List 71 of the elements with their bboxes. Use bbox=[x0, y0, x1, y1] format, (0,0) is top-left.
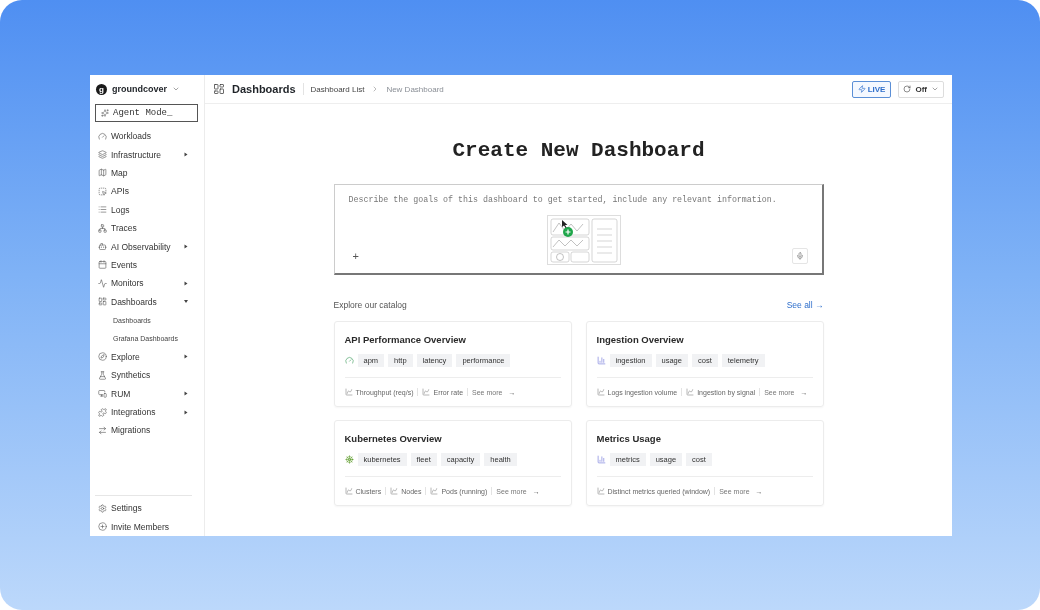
live-button[interactable]: LIVE bbox=[851, 80, 892, 98]
gauge-icon bbox=[344, 356, 354, 365]
refresh-icon bbox=[903, 85, 912, 93]
settings-icon bbox=[98, 503, 107, 513]
nav-item[interactable]: Migrations bbox=[95, 421, 198, 440]
devices-icon bbox=[98, 389, 107, 399]
chart-icon bbox=[422, 388, 431, 396]
bot-icon bbox=[98, 242, 107, 252]
list-icon bbox=[98, 205, 107, 215]
section-label: Explore our catalog bbox=[333, 300, 407, 310]
add-icon bbox=[98, 522, 107, 532]
nav-item[interactable]: Map bbox=[95, 163, 198, 183]
dashboard-icon bbox=[98, 297, 107, 307]
prompt-field[interactable]: Describe the goals of this dashboard to get started, include any relevant information. + bbox=[333, 184, 824, 275]
compass-icon bbox=[98, 352, 107, 362]
gauge-icon bbox=[98, 131, 107, 141]
nav-item[interactable]: RUM bbox=[95, 384, 198, 403]
network-icon bbox=[98, 223, 107, 233]
chart-icon bbox=[344, 388, 353, 396]
map-icon bbox=[98, 168, 107, 178]
wheel-icon bbox=[344, 455, 354, 464]
nav-item[interactable]: Logs bbox=[95, 200, 198, 219]
chevron-down-icon bbox=[931, 85, 939, 93]
nav-item[interactable]: Integrations bbox=[95, 402, 198, 422]
see-all-link[interactable]: See all → bbox=[786, 300, 824, 310]
page-title: Dashboards bbox=[232, 83, 304, 95]
nav-item[interactable]: Infrastructure bbox=[95, 145, 198, 164]
chart-icon bbox=[596, 487, 605, 495]
breadcrumb-link[interactable]: New Dashboard bbox=[386, 84, 444, 94]
card-title: Ingestion Overview bbox=[596, 334, 685, 345]
layers-icon bbox=[98, 150, 107, 160]
chart-icon bbox=[596, 388, 605, 396]
microphone-button[interactable] bbox=[791, 248, 808, 264]
chart-icon bbox=[390, 487, 399, 495]
nav-item[interactable]: Traces bbox=[95, 218, 198, 238]
refresh-dropdown[interactable]: Off bbox=[898, 80, 944, 98]
brand-logo: g bbox=[96, 83, 107, 95]
page-heading: Create New Dashboard bbox=[452, 139, 705, 162]
calendar-icon bbox=[98, 260, 107, 270]
nav-item[interactable]: Monitors bbox=[95, 274, 198, 293]
sparkle-icon bbox=[101, 109, 109, 117]
nav-item[interactable]: Workloads bbox=[95, 127, 198, 146]
pointer-icon bbox=[98, 186, 107, 196]
nav-item[interactable]: Dashboards bbox=[95, 292, 198, 311]
agent-mode-button[interactable]: Agent Mode_ bbox=[95, 104, 198, 122]
chart-icon bbox=[430, 487, 439, 495]
breadcrumb-link[interactable]: Dashboard List bbox=[310, 84, 365, 94]
card-title: Kubernetes Overview bbox=[344, 433, 443, 444]
nav-item[interactable]: Settings bbox=[95, 499, 192, 518]
nav-item[interactable]: APIs bbox=[95, 182, 198, 201]
workspace-switcher[interactable]: g groundcover bbox=[95, 82, 198, 96]
nav-item[interactable]: Explore bbox=[95, 347, 198, 367]
nav-item[interactable]: AI Observability bbox=[95, 237, 198, 256]
dashboard-icon bbox=[213, 83, 225, 95]
chevron-down-icon bbox=[172, 85, 180, 93]
nav-item[interactable]: Synthetics bbox=[95, 366, 198, 385]
lightning-icon bbox=[857, 85, 866, 93]
flask-icon bbox=[98, 370, 107, 380]
nav-item[interactable]: Invite Members bbox=[95, 517, 192, 536]
microphone-icon bbox=[795, 252, 804, 260]
card-title: Metrics Usage bbox=[596, 433, 662, 444]
chart-icon bbox=[344, 487, 353, 495]
card-title: API Performance Overview bbox=[344, 334, 467, 345]
bar-chart-icon bbox=[596, 455, 606, 464]
puzzle-icon bbox=[98, 407, 107, 417]
chart-icon bbox=[686, 388, 695, 396]
pulse-icon bbox=[98, 278, 107, 288]
bar-chart-icon bbox=[596, 356, 606, 365]
transfer-icon bbox=[98, 425, 107, 435]
add-button[interactable]: + bbox=[348, 250, 363, 262]
nav-item[interactable]: Events bbox=[95, 255, 198, 275]
